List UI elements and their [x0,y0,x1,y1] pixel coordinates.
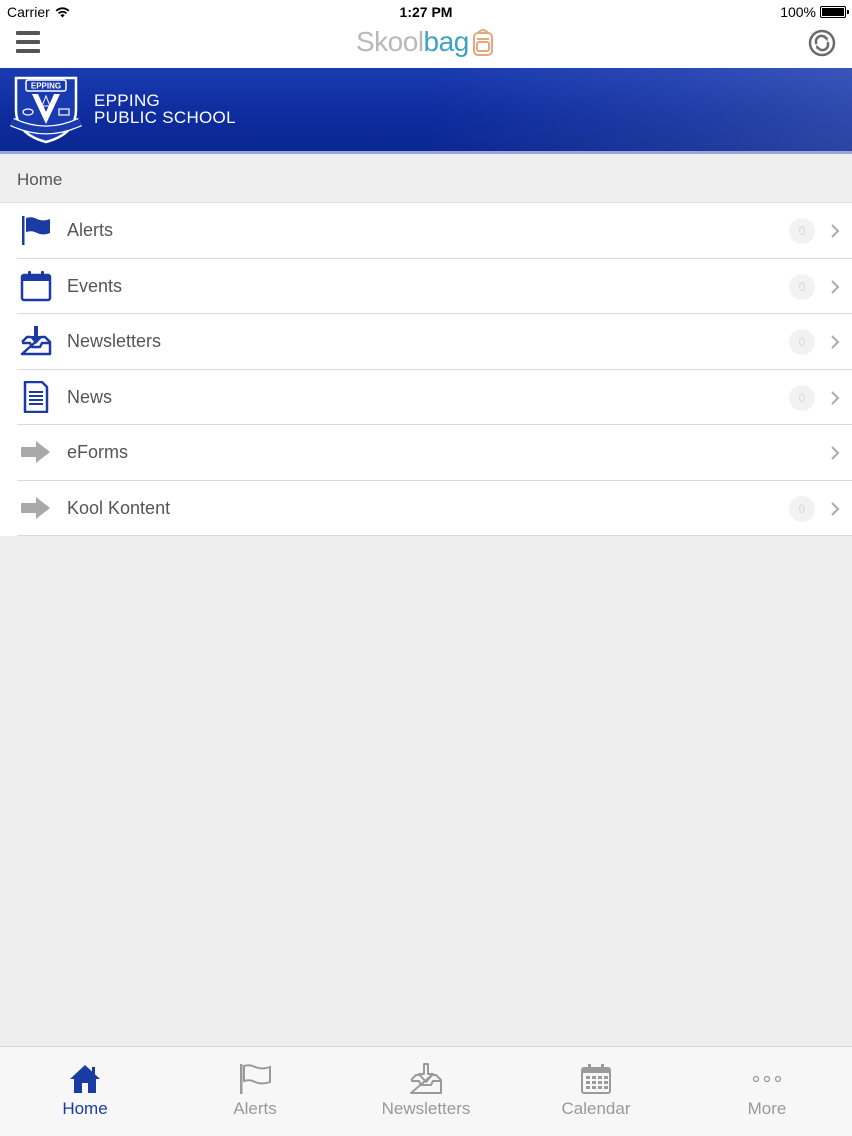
nav-bar: Skool bag [0,24,852,68]
section-title: Home [17,170,63,189]
chevron-right-icon [831,335,840,349]
flag-icon [22,216,50,245]
crest-name: EPPING [31,82,61,91]
tab-label: More [747,1099,787,1118]
chevron-right-icon [831,390,840,405]
calendar-icon [20,270,52,301]
tab-bar: Home Alerts Newsletters Calendar More [0,1046,852,1136]
tab-label: Home [62,1099,108,1118]
inbox-download-icon [410,1063,442,1094]
tab-label: Calendar [561,1099,631,1118]
chevron-right-icon [831,501,840,516]
skoolbag-logo: Skool bag [356,26,495,58]
school-name-line1: EPPING [94,91,161,110]
tab-alerts[interactable]: Alerts [170,1047,340,1136]
menu-item-kool-kontent[interactable]: Kool Kontent 0 [0,481,852,537]
calendar-icon [581,1064,611,1094]
backpack-icon [472,29,493,56]
chevron-right-icon [831,446,840,460]
document-icon [23,380,49,413]
status-bar: Carrier 1:27 PM 100% [0,0,852,24]
count-badge: 0 [789,495,815,522]
menu-item-label: Events [67,275,123,296]
tab-label: Alerts [233,1099,277,1118]
arrow-right-icon [21,441,50,463]
arrow-right-icon [21,496,50,519]
status-time: 1:27 PM [399,4,453,20]
flag-icon [240,1064,271,1094]
battery-indicator: 100% [780,4,849,20]
logo-text-skool: Skool [356,26,424,57]
sync-icon[interactable] [808,29,836,57]
count-badge: 0 [789,273,815,300]
tab-newsletters[interactable]: Newsletters [341,1047,511,1136]
inbox-download-icon [20,326,52,356]
menu-item-label: Kool Kontent [67,497,171,518]
menu-item-news[interactable]: News 0 [0,370,852,426]
school-banner: EPPING EPPING PUBLIC SCHOOL [0,68,852,154]
chevron-right-icon [831,279,840,294]
tab-calendar[interactable]: Calendar [511,1047,681,1136]
count-badge: 0 [789,218,815,244]
count-badge: 0 [789,329,815,355]
chevron-right-icon [831,224,840,238]
menu-item-eforms[interactable]: eForms [0,425,852,481]
menu-item-label: News [67,386,113,407]
school-name: EPPING PUBLIC SCHOOL [94,92,236,126]
menu-item-events[interactable]: Events 0 [0,259,852,315]
home-icon [70,1065,100,1093]
menu-list: Alerts 0 Events 0 Newsletters 0 News 0 e… [0,203,852,536]
menu-item-label: Alerts [67,220,114,240]
count-badge: 0 [789,384,815,411]
tab-home[interactable]: Home [0,1047,170,1136]
logo-text-bag: bag [423,26,470,57]
menu-item-newsletters[interactable]: Newsletters 0 [0,314,852,370]
school-name-line2: PUBLIC SCHOOL [94,108,236,127]
battery-percent: 100% [780,4,816,20]
hamburger-menu-icon[interactable] [16,31,40,53]
menu-item-label: Newsletters [67,331,162,351]
menu-item-alerts[interactable]: Alerts 0 [0,203,852,259]
more-icon [752,1075,782,1083]
tab-more[interactable]: More [682,1047,852,1136]
section-header: Home [0,154,852,203]
tab-label: Newsletters [381,1099,471,1118]
battery-icon [820,6,849,18]
school-crest-logo: EPPING [10,76,82,144]
menu-item-label: eForms [67,442,129,462]
